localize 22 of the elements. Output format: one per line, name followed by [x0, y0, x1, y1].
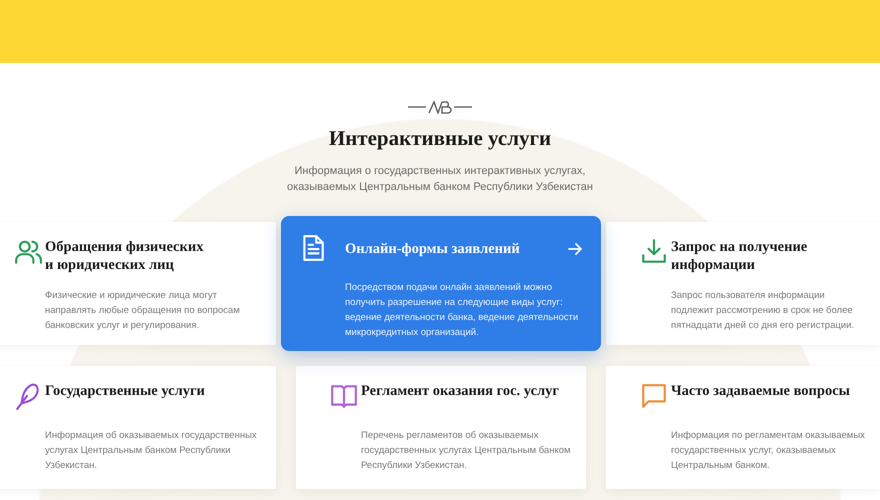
service-card[interactable]: Государственные услуги Информация об оказываемых государственных услугах Центральным банком Республики Узбекистан.	[0, 366, 276, 489]
card-title: Онлайн-формы заявлений	[345, 240, 521, 258]
card-title: Запрос на получение информации	[671, 238, 808, 274]
section-subtitle: Информация о государственных интерактивных услугах, оказываемых Центральным банком Республики Узбекистан	[287, 164, 593, 195]
section-title: Интерактивные услуги	[328, 126, 552, 151]
card-title: Регламент оказания гос. услуг	[361, 382, 560, 400]
service-card[interactable]: Регламент оказания гос. услуг Перечень регламентов об оказываемых государственных услугах Центральным банком Республики Узбекистан.	[296, 366, 586, 489]
logo-icon	[408, 100, 472, 114]
card-description: Физические и юридические лица могут направлять любые обращения по вопросам банковских услуг и регулирования.	[45, 289, 241, 333]
card-description: Информация об оказываемых государственных услугах Центральным банком Республики Узбекистан.	[45, 429, 258, 473]
service-card[interactable]: Часто задаваемые вопросы Информация по регламентам оказываемых государственных услуг, оказываемых Центральным банком.	[606, 366, 880, 489]
card-title: Часто задаваемые вопросы	[671, 382, 851, 400]
card-description: Запрос пользователя информации подлежит рассмотрению в срок не более пятнадцати дней со дня его регистрации.	[671, 289, 856, 333]
card-description: Перечень регламентов об оказываемых государственных услугах Центральным банком Республики Узбекистан.	[361, 429, 572, 473]
card-title: Обращения физических и юридических лиц	[45, 238, 204, 274]
card-description: Посредством подачи онлайн заявлений можно получить разрешение на следующие виды услуг: ведение деятельности банка, ведение деятельности микрокредитных организаций.	[345, 280, 580, 340]
service-card[interactable]: Обращения физических и юридических лиц Физические и юридические лица могут направлять любые обращения по вопросам банковских услуг и регулирования.	[0, 222, 276, 345]
card-description: Информация по регламентам оказываемых государственных услуг, оказываемых Центральным банком.	[671, 429, 866, 473]
service-card[interactable]: Запрос на получение информации Запрос пользователя информации подлежит рассмотрению в срок не более пятнадцати дней со дня его регистрации.	[606, 222, 880, 345]
card-title: Государственные услуги	[45, 382, 206, 400]
arrow-right-icon	[567, 240, 583, 257]
service-card[interactable]: Онлайн-формы заявлений Посредством подачи онлайн заявлений можно получить разрешение на следующие виды услуг: ведение деятельности банка, ведение деятельности микрокредитных организаций.	[281, 216, 601, 351]
